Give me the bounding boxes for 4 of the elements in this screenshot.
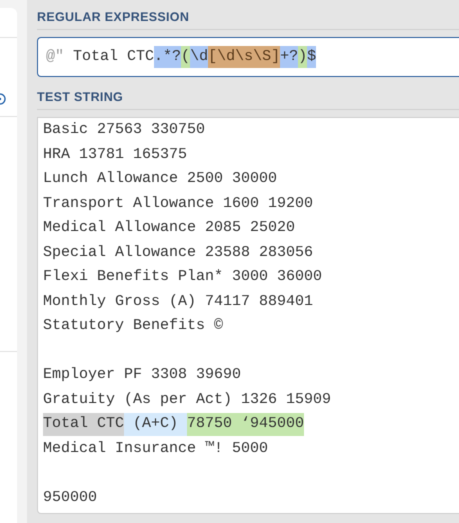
section-heading: REGULAR EXPRESSION — [37, 9, 190, 25]
test-string-field[interactable]: Basic 27563 330750 HRA 13781 165375 Lunch Allowance 2500 30000 Transport Allowance 1600 19200 Medical Allowance 2085 25020 Special Allowance 23588 283056 Flexi Benefits Plan* 3000 36000 Monthly Gross (A) 74117 889401 Statutory Benefits © Employer PF 3308 39690 Gratuity (As per Act) 1326 15909 Total CTC (A+C) 78750 ‘945000 Medical Insurance ™! 5000 950000 — [37, 117, 459, 514]
regex-input-field[interactable]: @" Total CTC.*?(\d[\d\s\S]+?)$ — [37, 37, 459, 77]
section-heading: TEST STRING — [37, 89, 124, 105]
